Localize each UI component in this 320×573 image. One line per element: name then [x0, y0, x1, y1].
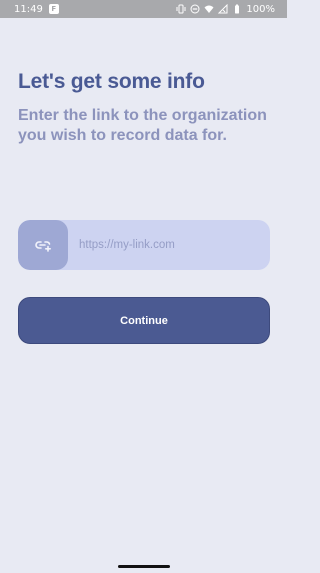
vibrate-icon	[176, 4, 186, 14]
dnd-icon	[190, 4, 200, 14]
continue-button[interactable]: Continue	[18, 297, 270, 344]
page-subtitle: Enter the link to the organization you w…	[18, 107, 267, 144]
status-left: 11:49 F	[14, 4, 59, 15]
app-notification-icon: F	[48, 4, 59, 14]
signal-icon	[218, 4, 228, 14]
wifi-icon	[204, 4, 214, 14]
battery-icon	[232, 4, 242, 14]
status-right: 100%	[176, 4, 275, 15]
status-bar: 11:49 F 100%	[0, 0, 287, 18]
link-icon-box	[18, 220, 68, 270]
page-title: Let's get some info	[18, 70, 205, 93]
navigation-handle[interactable]	[118, 565, 170, 568]
status-time: 11:49	[14, 3, 43, 15]
link-add-icon	[34, 236, 52, 254]
battery-percent: 100%	[246, 3, 275, 15]
link-input[interactable]	[68, 220, 270, 270]
screen: 11:49 F 100% Let's get some info Enter t…	[0, 0, 287, 573]
link-field[interactable]	[18, 220, 270, 270]
